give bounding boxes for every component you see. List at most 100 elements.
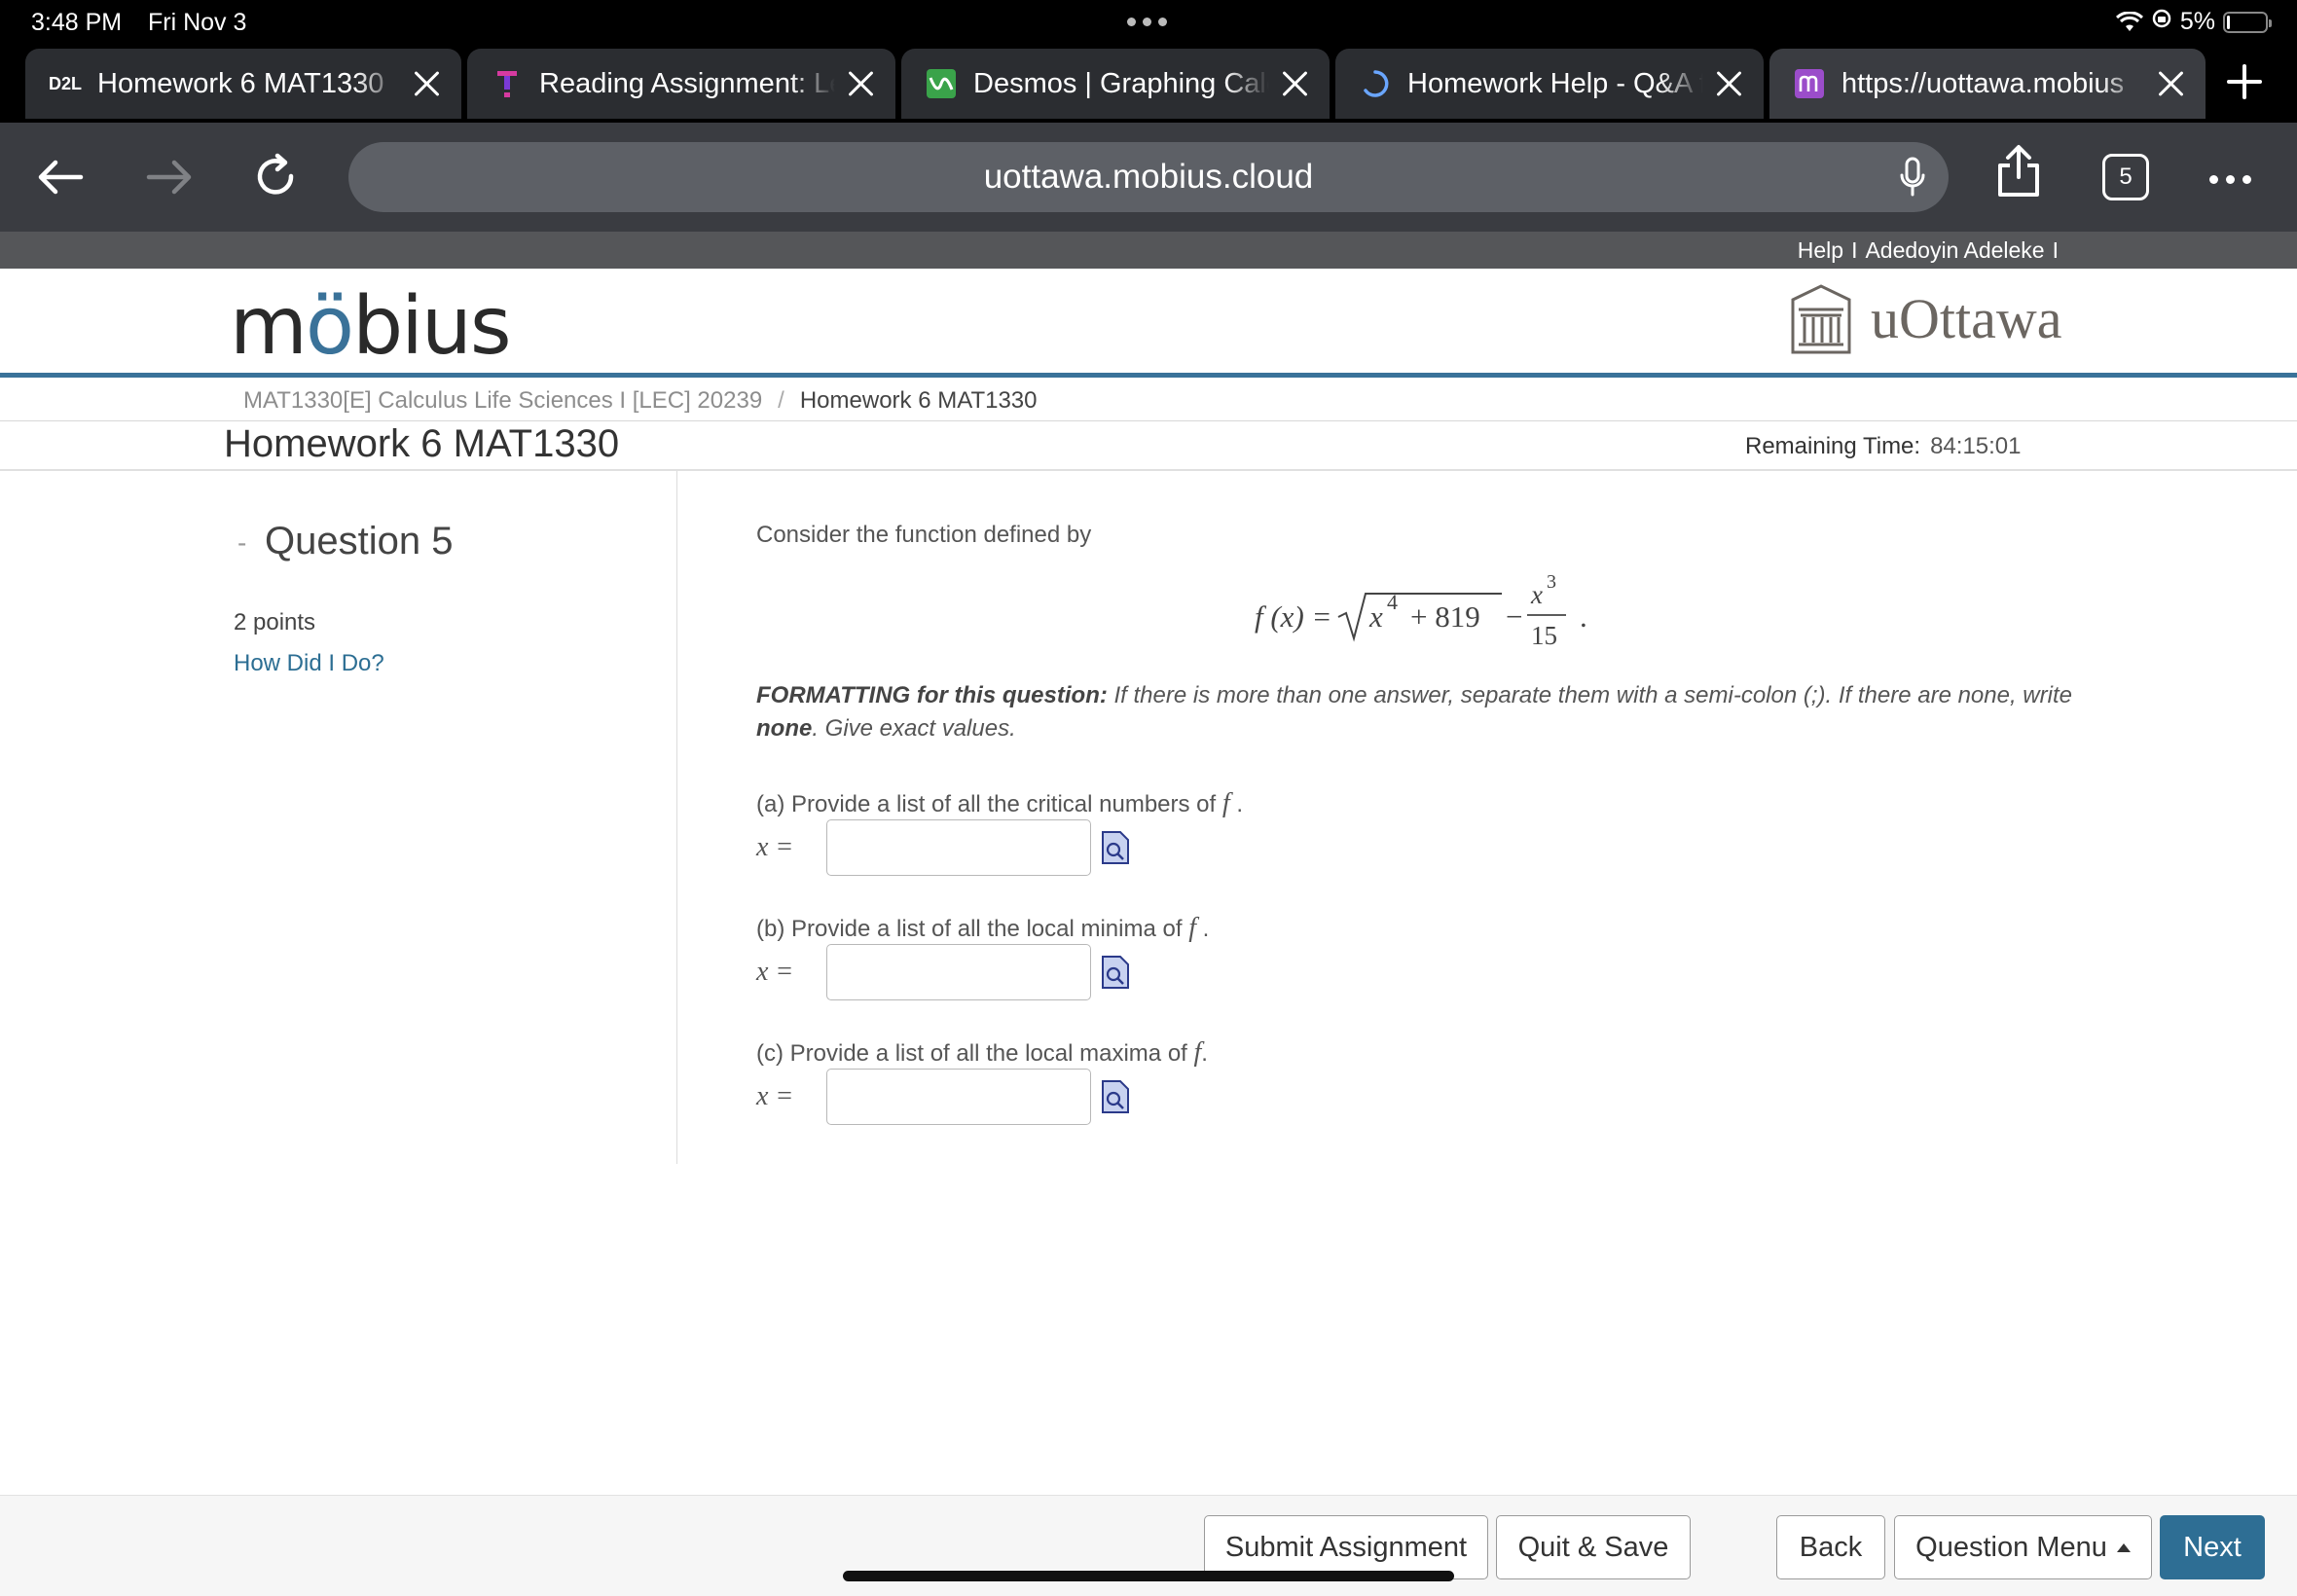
caret-up-icon bbox=[2116, 1542, 2131, 1552]
tab-desmos[interactable]: Desmos | Graphing Calc bbox=[901, 49, 1330, 119]
close-tab-icon[interactable] bbox=[1277, 66, 1312, 101]
part-c-prompt: (c) Provide a list of all the local maxi… bbox=[756, 1037, 1208, 1068]
tab-homework-d2l[interactable]: D2L Homework 6 MAT1330 bbox=[25, 49, 461, 119]
wifi-icon bbox=[2115, 11, 2143, 33]
local-maxima-input[interactable] bbox=[826, 1069, 1091, 1125]
function-variable: f bbox=[1221, 788, 1230, 818]
tab-homework-help[interactable]: Homework Help - Q&A f bbox=[1335, 49, 1764, 119]
formula-radicand-rest: + 819 bbox=[1410, 599, 1480, 634]
breadcrumb-separator: / bbox=[778, 387, 784, 414]
mobius-user-bar: Help I Adedoyin Adeleke I bbox=[0, 232, 2297, 269]
loading-spinner-icon bbox=[1359, 67, 1392, 100]
top-hat-favicon-icon bbox=[491, 67, 524, 100]
d2l-favicon-icon: D2L bbox=[49, 73, 83, 93]
tab-title: Homework 6 MAT1330 bbox=[97, 67, 384, 99]
mobius-favicon-icon bbox=[1793, 67, 1826, 100]
home-indicator[interactable] bbox=[843, 1571, 1454, 1581]
close-tab-icon[interactable] bbox=[1711, 66, 1746, 101]
next-button[interactable]: Next bbox=[2160, 1515, 2265, 1579]
preview-icon[interactable] bbox=[1101, 955, 1130, 990]
back-button[interactable]: Back bbox=[1776, 1515, 1885, 1579]
local-minima-input[interactable] bbox=[826, 944, 1091, 1000]
desmos-favicon-icon bbox=[925, 67, 958, 100]
formula-frac-num-base: x bbox=[1530, 580, 1543, 609]
question-points: 2 points bbox=[234, 609, 316, 635]
answer-label: x = bbox=[756, 1081, 794, 1111]
part-a-answer-row: x = bbox=[756, 819, 1130, 876]
uottawa-logo: uOttawa bbox=[1789, 282, 2062, 354]
tab-title: Desmos | Graphing Calc bbox=[973, 67, 1269, 99]
mobius-logo[interactable]: möbius bbox=[230, 280, 512, 373]
battery-icon bbox=[2223, 11, 2272, 33]
status-date: Fri Nov 3 bbox=[148, 9, 247, 36]
more-options-icon[interactable] bbox=[2209, 175, 2251, 184]
institution-name: uOttawa bbox=[1871, 286, 2062, 350]
answer-label: x = bbox=[756, 957, 794, 987]
reload-icon[interactable] bbox=[249, 150, 304, 204]
tab-mobius[interactable]: https://uottawa.mobius bbox=[1769, 49, 2206, 119]
formula-lhs: f (x) = bbox=[1255, 599, 1331, 634]
collapse-question-toggle[interactable]: - bbox=[237, 527, 246, 559]
tab-strip: D2L Homework 6 MAT1330 Reading Assignmen… bbox=[0, 45, 2297, 123]
close-tab-icon[interactable] bbox=[843, 66, 878, 101]
part-b-answer-row: x = bbox=[756, 944, 1130, 1000]
function-formula: f (x) = x 4 + 819 − x 3 15 . bbox=[1255, 571, 1587, 650]
tab-reading-assignment[interactable]: Reading Assignment: Le bbox=[467, 49, 895, 119]
page-title: Homework 6 MAT1330 bbox=[224, 422, 620, 465]
preview-icon[interactable] bbox=[1101, 830, 1130, 865]
remaining-time: Remaining Time: 84:15:01 bbox=[1745, 433, 2022, 460]
remaining-time-label: Remaining Time: bbox=[1745, 433, 1921, 459]
question-intro: Consider the function defined by bbox=[756, 522, 1092, 548]
formatting-none-keyword: none bbox=[756, 715, 813, 742]
formula-frac-num-exp: 3 bbox=[1547, 571, 1556, 593]
breadcrumb-current: Homework 6 MAT1330 bbox=[799, 387, 1038, 414]
part-a-prompt: (a) Provide a list of all the critical n… bbox=[756, 788, 1243, 818]
function-variable: f bbox=[1188, 913, 1196, 943]
address-bar[interactable]: uottawa.mobius.cloud bbox=[348, 142, 1949, 212]
question-title: Question 5 bbox=[265, 520, 454, 562]
formula-frac-den: 15 bbox=[1531, 621, 1557, 650]
breadcrumb: MAT1330[E] Calculus Life Sciences I [LEC… bbox=[243, 387, 1038, 415]
help-link[interactable]: Help bbox=[1798, 237, 1843, 263]
formatting-text: If there is more than one answer, separa… bbox=[1107, 682, 2072, 708]
new-tab-icon[interactable] bbox=[2223, 60, 2266, 103]
tab-title: https://uottawa.mobius bbox=[1841, 67, 2125, 99]
tab-title: Homework Help - Q&A f bbox=[1407, 67, 1703, 99]
battery-percent: 5% bbox=[2179, 8, 2215, 35]
close-tab-icon[interactable] bbox=[2153, 66, 2188, 101]
close-tab-icon[interactable] bbox=[409, 66, 444, 101]
browser-toolbar: uottawa.mobius.cloud 5 bbox=[0, 123, 2297, 232]
question-sidebar: - Question 5 2 points How Did I Do? bbox=[0, 471, 677, 1164]
formula-radicand-base: x bbox=[1368, 599, 1383, 634]
url-text: uottawa.mobius.cloud bbox=[983, 158, 1314, 196]
back-arrow-icon[interactable] bbox=[33, 150, 88, 204]
multitask-dots-icon[interactable] bbox=[1127, 18, 1167, 26]
quit-save-button[interactable]: Quit & Save bbox=[1496, 1515, 1691, 1579]
orientation-lock-icon bbox=[2151, 8, 2172, 36]
status-time: 3:48 PM bbox=[31, 9, 123, 36]
link-separator: I bbox=[1851, 237, 1858, 263]
question-menu-button[interactable]: Question Menu bbox=[1894, 1515, 2152, 1579]
how-did-i-do-link[interactable]: How Did I Do? bbox=[234, 650, 384, 677]
share-icon[interactable] bbox=[1991, 144, 2046, 199]
formula-radicand-exp: 4 bbox=[1387, 590, 1398, 614]
microphone-icon[interactable] bbox=[1898, 156, 1927, 207]
preview-icon[interactable] bbox=[1101, 1079, 1130, 1114]
part-c-answer-row: x = bbox=[756, 1069, 1130, 1125]
formatting-text: . Give exact values. bbox=[812, 715, 1016, 742]
formula-minus: − bbox=[1506, 599, 1522, 634]
tab-title: Reading Assignment: Le bbox=[539, 67, 835, 99]
critical-numbers-input[interactable] bbox=[826, 819, 1091, 876]
status-indicators: 5% bbox=[2115, 8, 2272, 36]
brand-header: möbius uOttawa bbox=[0, 269, 2297, 378]
tab-count-button[interactable]: 5 bbox=[2102, 154, 2149, 200]
forward-arrow-icon[interactable] bbox=[142, 150, 197, 204]
link-separator: I bbox=[2052, 237, 2059, 263]
formatting-bold-label: FORMATTING for this question: bbox=[756, 682, 1108, 708]
user-name-link[interactable]: Adedoyin Adeleke bbox=[1865, 237, 2044, 263]
breadcrumb-course[interactable]: MAT1330[E] Calculus Life Sciences I [LEC… bbox=[243, 387, 762, 414]
part-b-prompt: (b) Provide a list of all the local mini… bbox=[756, 913, 1210, 943]
formula-end: . bbox=[1580, 599, 1587, 634]
university-building-icon bbox=[1791, 284, 1851, 354]
remaining-time-value: 84:15:01 bbox=[1930, 433, 2022, 459]
